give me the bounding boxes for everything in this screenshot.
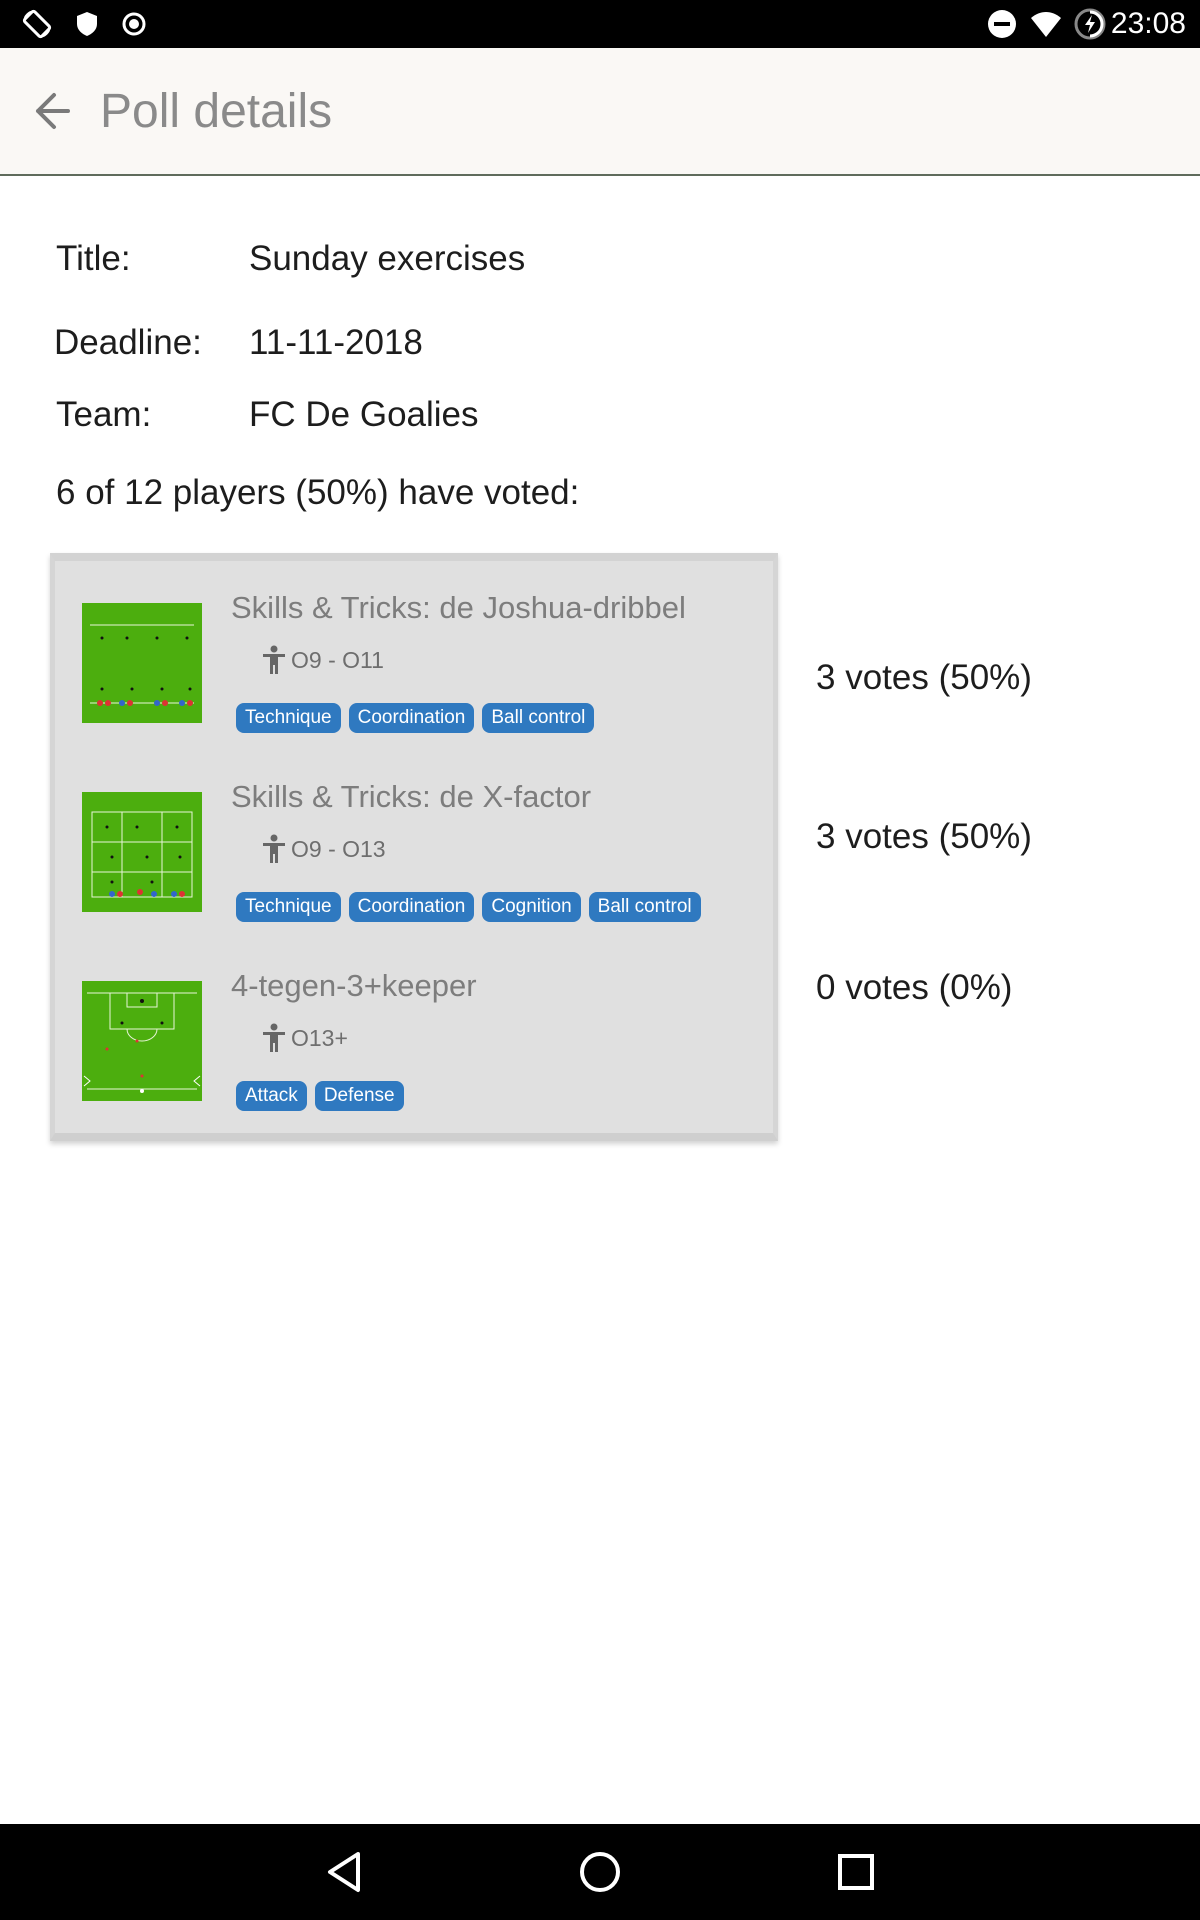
exercise-item[interactable]: 4-tegen-3+keeper O13+ Attack Defense [55, 939, 773, 1129]
battery-charging-icon [1074, 8, 1106, 40]
age-group: O13+ [291, 1025, 348, 1051]
exercise-title: Skills & Tricks: de X-factor [231, 779, 592, 814]
status-time: 23:08 [1110, 7, 1186, 40]
exercise-title: Skills & Tricks: de Joshua-dribbel [231, 590, 686, 625]
app-bar: Poll details [0, 48, 1200, 176]
status-bar: 23:08 [0, 0, 1200, 48]
votes-summary: 6 of 12 players (50%) have voted: [56, 473, 580, 512]
tag: Coordination [348, 892, 475, 922]
field-diagram-icon [83, 992, 201, 1093]
person-icon [263, 1023, 285, 1052]
deadline-label: Deadline: [54, 323, 202, 362]
exercise-thumbnail [82, 792, 202, 912]
shield-icon [77, 12, 97, 36]
vote-count: 3 votes (50%) [816, 658, 1032, 697]
title-label: Title: [56, 239, 131, 278]
navigation-bar [0, 1824, 1200, 1920]
tag: Ball control [482, 703, 595, 733]
field-diagram-icon [90, 624, 194, 706]
home-circle-icon[interactable] [570, 1844, 630, 1900]
rotate-icon [22, 9, 52, 39]
tag: Defense [314, 1081, 404, 1111]
vote-count: 3 votes (50%) [816, 817, 1032, 856]
page-title: Poll details [100, 85, 333, 138]
recents-square-icon[interactable] [826, 1844, 886, 1900]
tag: Cognition [482, 892, 581, 922]
field-diagram-icon [91, 811, 193, 898]
person-icon [263, 834, 285, 863]
exercise-list: Skills & Tricks: de Joshua-dribbel O9 - … [50, 553, 778, 1141]
arrow-left-icon[interactable] [30, 86, 86, 136]
exercise-title: 4-tegen-3+keeper [231, 968, 477, 1003]
tag: Technique [236, 703, 341, 733]
exercise-thumbnail [82, 603, 202, 723]
team-value: FC De Goalies [249, 395, 479, 434]
team-label: Team: [56, 395, 152, 434]
tag-list: Technique Coordination Cognition Ball co… [236, 892, 701, 924]
vote-count: 0 votes (0%) [816, 968, 1013, 1007]
exercise-item[interactable]: Skills & Tricks: de Joshua-dribbel O9 - … [55, 561, 773, 751]
age-group: O9 - O13 [291, 836, 386, 862]
tag: Coordination [348, 703, 475, 733]
back-triangle-icon[interactable] [314, 1844, 374, 1900]
tag: Attack [236, 1081, 307, 1111]
tag: Ball control [588, 892, 701, 922]
tag-list: Attack Defense [236, 1081, 404, 1113]
do-not-disturb-icon [988, 10, 1016, 38]
tag-list: Technique Coordination Ball control [236, 703, 595, 735]
exercise-item[interactable]: Skills & Tricks: de X-factor O9 - O13 Te… [55, 750, 773, 940]
exercise-thumbnail [82, 981, 202, 1101]
wifi-icon [1031, 12, 1061, 37]
deadline-value: 11-11-2018 [249, 323, 423, 362]
person-icon [263, 645, 285, 674]
title-value: Sunday exercises [249, 239, 526, 278]
age-group: O9 - O11 [291, 647, 384, 673]
tag: Technique [236, 892, 341, 922]
record-icon [122, 12, 146, 36]
